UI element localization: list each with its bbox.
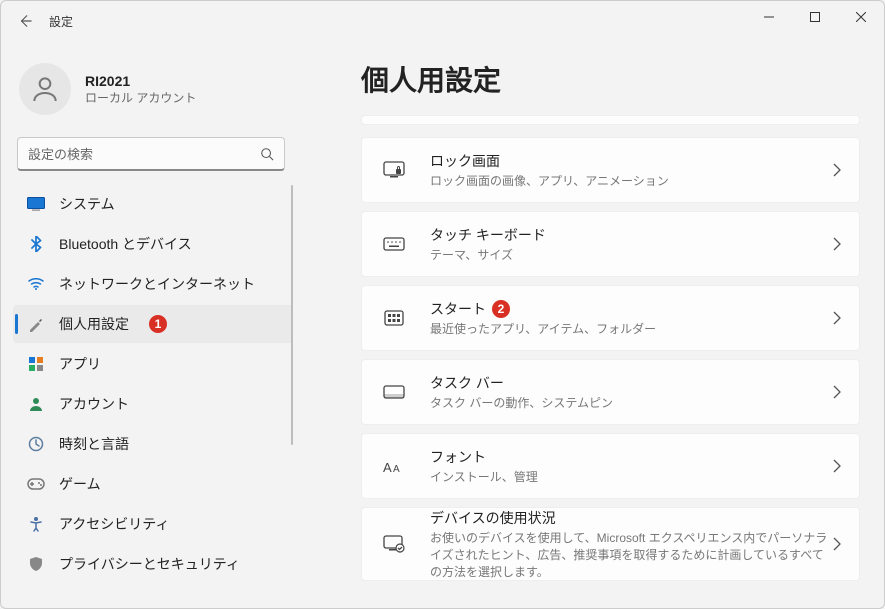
network-icon	[27, 275, 45, 293]
svg-text:A: A	[393, 464, 400, 474]
system-icon	[27, 195, 45, 213]
sidebar-item-label: ネットワークとインターネット	[59, 274, 255, 294]
gaming-icon	[27, 475, 45, 493]
sidebar-item-label: アカウント	[59, 394, 129, 414]
sidebar: RI2021 ローカル アカウント 設定の検索 システム Bluetooth と…	[1, 41, 301, 608]
search-icon	[260, 147, 274, 161]
svg-text:A: A	[383, 460, 392, 474]
maximize-icon	[810, 12, 820, 22]
search-input[interactable]: 設定の検索	[17, 137, 285, 171]
keyboard-icon	[380, 237, 408, 251]
chevron-right-icon	[833, 311, 841, 325]
bluetooth-icon	[27, 235, 45, 253]
sidebar-item-label: Bluetooth とデバイス	[59, 234, 192, 254]
chevron-right-icon	[833, 459, 841, 473]
sidebar-item-bluetooth[interactable]: Bluetooth とデバイス	[13, 225, 293, 263]
card-title: タッチ キーボード	[430, 225, 546, 245]
card-touch-keyboard[interactable]: タッチ キーボード テーマ、サイズ	[361, 211, 860, 277]
time-icon	[27, 435, 45, 453]
maximize-button[interactable]	[792, 1, 838, 33]
page-title: 個人用設定	[361, 59, 860, 99]
taskbar-icon	[380, 385, 408, 399]
sidebar-item-label: アクセシビリティ	[59, 514, 169, 534]
user-name: RI2021	[85, 73, 196, 89]
card-device-usage[interactable]: デバイスの使用状況 お使いのデバイスを使用して、Microsoft エクスペリエ…	[361, 507, 860, 581]
apps-icon	[27, 355, 45, 373]
chevron-right-icon	[833, 537, 841, 551]
privacy-icon	[27, 555, 45, 573]
accessibility-icon	[27, 515, 45, 533]
nav-list: システム Bluetooth とデバイス ネットワークとインターネット 個人用設…	[13, 185, 293, 608]
sidebar-item-accounts[interactable]: アカウント	[13, 385, 293, 423]
card-title: タスク バー	[430, 373, 504, 393]
person-icon	[29, 73, 61, 105]
card-title: スタート	[430, 299, 486, 319]
user-subtitle: ローカル アカウント	[85, 89, 196, 106]
window-controls	[746, 1, 884, 33]
sidebar-item-label: システム	[59, 194, 115, 214]
card-taskbar[interactable]: タスク バー タスク バーの動作、システムピン	[361, 359, 860, 425]
annotation-badge: 2	[492, 300, 510, 318]
sidebar-item-personalization[interactable]: 個人用設定 1	[13, 305, 293, 343]
minimize-button[interactable]	[746, 1, 792, 33]
card-subtitle: ロック画面の画像、アプリ、アニメーション	[430, 173, 833, 190]
chevron-right-icon	[833, 163, 841, 177]
search-placeholder: 設定の検索	[28, 144, 260, 163]
card-partial-top	[361, 115, 860, 125]
close-icon	[856, 12, 866, 22]
card-subtitle: タスク バーの動作、システムピン	[430, 395, 833, 412]
sidebar-item-label: ゲーム	[59, 474, 101, 494]
back-button[interactable]	[5, 1, 45, 41]
main: 個人用設定 ロック画面 ロック画面の画像、アプリ、アニメーション タッチ キーボ…	[301, 41, 884, 608]
minimize-icon	[764, 12, 774, 22]
card-title: フォント	[430, 447, 486, 467]
card-subtitle: 最近使ったアプリ、アイテム、フォルダー	[430, 321, 833, 338]
card-title: デバイスの使用状況	[430, 508, 556, 528]
sidebar-item-time[interactable]: 時刻と言語	[13, 425, 293, 463]
sidebar-item-network[interactable]: ネットワークとインターネット	[13, 265, 293, 303]
sidebar-item-label: プライバシーとセキュリティ	[59, 554, 240, 574]
close-button[interactable]	[838, 1, 884, 33]
card-subtitle: お使いのデバイスを使用して、Microsoft エクスペリエンス内でパーソナライ…	[430, 530, 833, 580]
card-subtitle: インストール、管理	[430, 469, 833, 486]
card-title: ロック画面	[430, 151, 500, 171]
chevron-right-icon	[833, 237, 841, 251]
device-usage-icon	[380, 535, 408, 553]
sidebar-item-label: 時刻と言語	[59, 434, 129, 454]
user-block[interactable]: RI2021 ローカル アカウント	[13, 53, 293, 133]
annotation-badge: 1	[149, 315, 167, 333]
titlebar: 設定	[1, 1, 884, 41]
sidebar-item-apps[interactable]: アプリ	[13, 345, 293, 383]
sidebar-item-privacy[interactable]: プライバシーとセキュリティ	[13, 545, 293, 583]
card-subtitle: テーマ、サイズ	[430, 247, 833, 264]
card-lock-screen[interactable]: ロック画面 ロック画面の画像、アプリ、アニメーション	[361, 137, 860, 203]
sidebar-item-accessibility[interactable]: アクセシビリティ	[13, 505, 293, 543]
scrollbar[interactable]	[291, 185, 293, 445]
sidebar-item-label: アプリ	[59, 354, 101, 374]
card-fonts[interactable]: AA フォント インストール、管理	[361, 433, 860, 499]
app-title: 設定	[49, 13, 73, 30]
card-start[interactable]: スタート 2 最近使ったアプリ、アイテム、フォルダー	[361, 285, 860, 351]
lock-screen-icon	[380, 161, 408, 179]
avatar	[19, 63, 71, 115]
fonts-icon: AA	[380, 458, 408, 474]
accounts-icon	[27, 395, 45, 413]
chevron-right-icon	[833, 385, 841, 399]
sidebar-item-gaming[interactable]: ゲーム	[13, 465, 293, 503]
start-icon	[380, 310, 408, 326]
personalization-icon	[27, 315, 45, 333]
sidebar-item-system[interactable]: システム	[13, 185, 293, 223]
arrow-left-icon	[18, 14, 32, 28]
sidebar-item-label: 個人用設定	[59, 314, 129, 334]
